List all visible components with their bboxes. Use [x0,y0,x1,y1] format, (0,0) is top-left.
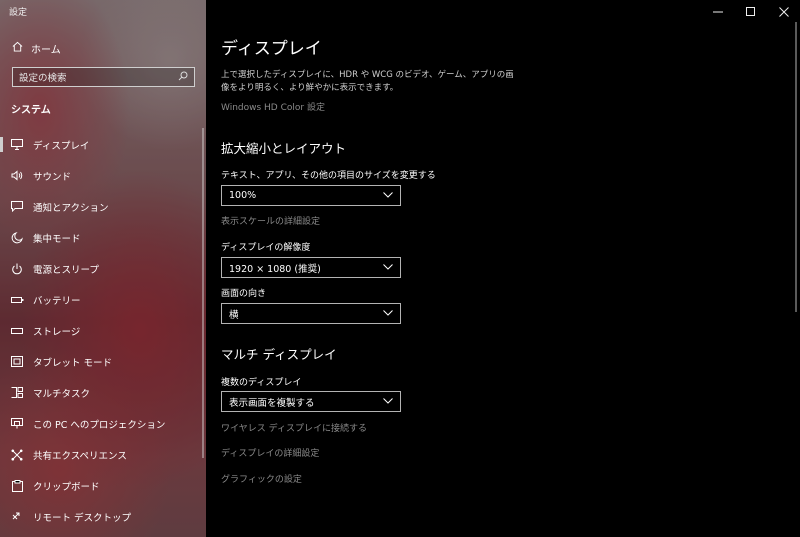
close-button[interactable] [767,0,800,22]
power-icon [10,262,24,276]
sidebar-item-display[interactable]: ディスプレイ [0,129,206,160]
chevron-down-icon [383,190,393,201]
resolution-label: ディスプレイの解像度 [221,243,311,253]
multi-display-label: 複数のディスプレイ [221,378,302,388]
sidebar-item-battery[interactable]: バッテリー [0,284,206,315]
main-scrollbar[interactable] [795,22,797,312]
multi-display-dropdown[interactable]: 表示画面を複製する [221,391,401,412]
sidebar-item-label: サウンド [33,171,72,183]
orientation-value: 横 [229,309,239,321]
sidebar-item-sound[interactable]: サウンド [0,160,206,191]
advanced-scale-link[interactable]: 表示スケールの詳細設定 [221,214,320,227]
sidebar-item-label: ディスプレイ [33,140,90,152]
page-title: ディスプレイ [221,39,322,59]
scale-label: テキスト、アプリ、その他の項目のサイズを変更する [221,171,436,181]
sidebar-item-label: マルチタスク [33,388,91,400]
chevron-down-icon [383,262,393,273]
scale-value: 100% [229,190,257,201]
sidebar-item-power[interactable]: 電源とスリープ [0,253,206,284]
home-label: ホーム [31,44,61,56]
hd-color-settings-link[interactable]: Windows HD Color 設定 [221,100,325,113]
sidebar-item-remote-desktop[interactable]: リモート デスクトップ [0,501,206,532]
shared-experiences-icon [10,448,24,462]
app-title: 設定 [9,8,28,18]
sidebar-item-clipboard[interactable]: クリップボード [0,470,206,501]
search-icon [178,71,188,84]
notification-icon [10,200,24,214]
search-placeholder: 設定の検索 [19,73,67,84]
sidebar-item-tablet[interactable]: タブレット モード [0,346,206,377]
sidebar-item-label: バッテリー [33,295,81,307]
sidebar-item-storage[interactable]: ストレージ [0,315,206,346]
search-input[interactable]: 設定の検索 [12,67,195,87]
battery-icon [10,293,24,307]
sidebar-item-label: この PC へのプロジェクション [33,419,166,431]
maximize-icon [745,2,756,21]
sidebar-item-label: 共有エクスペリエンス [33,450,127,462]
sidebar-item-multitasking[interactable]: マルチタスク [0,377,206,408]
close-icon [778,2,789,21]
sidebar-item-label: クリップボード [33,481,100,493]
resolution-value: 1920 × 1080 (推奨) [229,263,321,275]
moon-icon [10,231,24,245]
minimize-button[interactable] [701,0,734,22]
scale-layout-heading: 拡大縮小とレイアウト [221,141,347,156]
advanced-display-link[interactable]: ディスプレイの詳細設定 [221,446,319,459]
home-link[interactable]: ホーム [12,40,61,56]
orientation-dropdown[interactable]: 横 [221,303,401,324]
section-title: システム [11,105,51,116]
multitask-icon [10,386,24,400]
resolution-dropdown[interactable]: 1920 × 1080 (推奨) [221,257,401,278]
sidebar-item-label: 集中モード [33,233,81,245]
hdr-description: 上で選択したディスプレイに、HDR や WCG のビデオ、ゲーム、アプリの画像を… [221,70,514,93]
window-controls [701,0,800,22]
chevron-down-icon [383,308,393,319]
sidebar-item-focus[interactable]: 集中モード [0,222,206,253]
sidebar-item-shared-experiences[interactable]: 共有エクスペリエンス [0,439,206,470]
multi-display-value: 表示画面を複製する [229,397,315,409]
wireless-display-link[interactable]: ワイヤレス ディスプレイに接続する [221,421,367,434]
orientation-label: 画面の向き [221,289,267,299]
projection-icon [10,417,24,431]
sidebar-item-label: 電源とスリープ [33,264,99,276]
speaker-icon [10,169,24,183]
scale-dropdown[interactable]: 100% [221,185,401,206]
sidebar: 設定 ホーム 設定の検索 システム ディスプレイ サウンド 通知とアクション 集… [0,0,206,537]
sidebar-item-notifications[interactable]: 通知とアクション [0,191,206,222]
sidebar-item-label: ストレージ [33,326,81,338]
sidebar-scrollbar[interactable] [202,128,204,458]
sidebar-item-label: 通知とアクション [33,202,109,214]
storage-icon [10,324,24,338]
clipboard-icon [10,479,24,493]
maximize-button[interactable] [734,0,767,22]
chevron-down-icon [383,396,393,407]
sidebar-nav: ディスプレイ サウンド 通知とアクション 集中モード 電源とスリープ バッテリー… [0,129,206,532]
sidebar-item-projection[interactable]: この PC へのプロジェクション [0,408,206,439]
remote-desktop-icon [10,510,24,524]
home-icon [12,41,31,55]
sidebar-item-label: リモート デスクトップ [33,512,132,524]
minimize-icon [712,2,723,21]
tablet-icon [10,355,24,369]
multi-display-heading: マルチ ディスプレイ [221,347,337,362]
monitor-icon [10,138,24,152]
graphics-settings-link[interactable]: グラフィックの設定 [221,472,302,485]
sidebar-item-label: タブレット モード [33,357,113,369]
main-content: ディスプレイ 上で選択したディスプレイに、HDR や WCG のビデオ、ゲーム、… [206,0,800,537]
